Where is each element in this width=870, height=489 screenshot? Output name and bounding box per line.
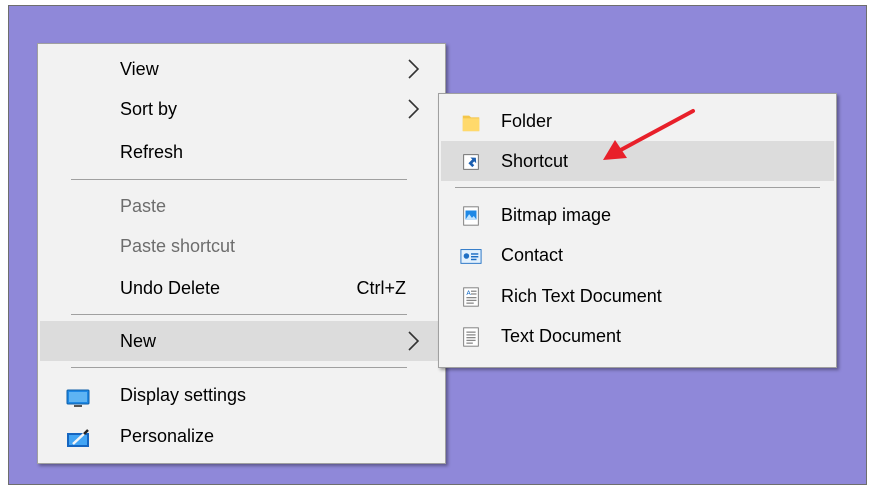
submenu-item-contact[interactable]: Contact [441,235,834,275]
text-document-icon [463,327,479,347]
submenu-item-rich-text-document[interactable]: A Rich Text Document [441,276,834,316]
submenu-item-label: Contact [501,245,564,265]
menu-item-undo-delete[interactable]: Undo Delete Ctrl+Z [40,268,443,308]
menu-separator [71,314,407,315]
menu-item-sort-by[interactable]: Sort by [40,89,443,129]
shortcut-key-label: Ctrl+Z [356,278,407,298]
menu-separator [455,187,820,188]
rich-text-icon: A [463,287,479,307]
menu-item-label: Undo Delete [120,278,221,298]
submenu-item-label: Shortcut [501,151,569,171]
chevron-right-icon [408,59,420,79]
annotation-arrow-icon [603,109,695,160]
menu-item-label: Paste [120,196,167,216]
menu-item-personalize[interactable]: Personalize [40,416,443,456]
submenu-item-label: Rich Text Document [501,286,662,306]
menu-item-new[interactable]: New [40,321,443,361]
menu-item-paste-shortcut[interactable]: Paste shortcut [40,226,443,266]
menu-item-paste[interactable]: Paste [40,186,443,226]
shortcut-icon [463,154,479,170]
bitmap-icon [463,206,479,226]
chevron-right-icon [408,331,420,351]
personalize-icon [67,429,89,447]
display-icon [66,389,90,407]
menu-item-label: Display settings [120,385,247,405]
contact-icon [460,249,482,264]
menu-item-display-settings[interactable]: Display settings [40,375,443,415]
svg-text:A: A [466,289,471,297]
folder-icon [462,115,480,132]
menu-separator [71,179,407,180]
submenu-item-bitmap-image[interactable]: Bitmap image [441,195,834,235]
submenu-item-label: Folder [501,111,553,131]
menu-item-label: Refresh [120,142,184,162]
menu-item-label: New [120,331,157,351]
chevron-right-icon [408,99,420,119]
menu-item-label: View [120,59,159,79]
desktop-context-menu: View Sort by Refresh Paste Paste shortcu… [37,43,446,464]
menu-item-view[interactable]: View [40,49,443,89]
menu-item-label: Sort by [120,99,178,119]
menu-item-refresh[interactable]: Refresh [40,132,443,172]
submenu-item-label: Bitmap image [501,205,612,225]
menu-separator [71,367,407,368]
menu-item-label: Personalize [120,426,215,446]
submenu-item-label: Text Document [501,326,622,346]
submenu-item-text-document[interactable]: Text Document [441,316,834,356]
menu-item-label: Paste shortcut [120,236,236,256]
